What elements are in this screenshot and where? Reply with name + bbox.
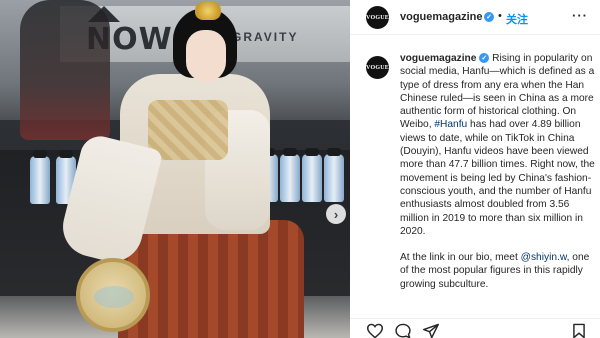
chevron-right-icon: › [333, 206, 339, 222]
bottle [30, 150, 50, 204]
avatar[interactable]: VOGUE [366, 6, 389, 29]
store-sign-text-secondary: GRAVITY [232, 30, 299, 44]
caption-body-end: has had over 4.89 billion views to date,… [400, 119, 595, 237]
more-options-icon[interactable]: ··· [572, 8, 588, 23]
share-icon[interactable] [422, 323, 440, 338]
caption-avatar[interactable]: VOGUE [366, 56, 389, 79]
round-fan [76, 258, 150, 332]
bookmark-icon[interactable] [570, 323, 588, 338]
hanfu-embroidery [148, 100, 228, 160]
action-bar [350, 318, 600, 338]
caption-username[interactable]: voguemagazine [400, 53, 476, 64]
background-poster-figure [20, 0, 110, 140]
account-username[interactable]: voguemagazine [400, 11, 483, 23]
bottle [324, 148, 344, 202]
hair-ornament [195, 2, 221, 20]
bottle [302, 148, 322, 202]
post-header: VOGUE voguemagazine ✓ • 关注 ··· [350, 0, 600, 35]
mention-link[interactable]: @shiyin.w [521, 252, 567, 263]
heart-icon[interactable] [366, 323, 384, 338]
carousel-next-button[interactable]: › [326, 204, 346, 224]
bottle [280, 148, 300, 202]
hashtag-link[interactable]: #Hanfu [434, 119, 467, 130]
post-photo[interactable]: NOW 51 GRAVITY › [0, 0, 350, 338]
post-side-panel: VOGUE voguemagazine ✓ • 关注 ··· VOGUE vog… [350, 0, 600, 338]
caption-text: voguemagazine ✓ Rising in popularity on … [400, 52, 596, 291]
verified-badge-icon: ✓ [479, 53, 490, 64]
comment-icon[interactable] [394, 323, 412, 338]
verified-badge-icon: ✓ [484, 12, 494, 22]
follow-button[interactable]: 关注 [506, 11, 528, 27]
model-face [186, 30, 226, 82]
separator-dot: • [498, 10, 502, 22]
caption-para2-start: At the link in our bio, meet [400, 252, 521, 264]
